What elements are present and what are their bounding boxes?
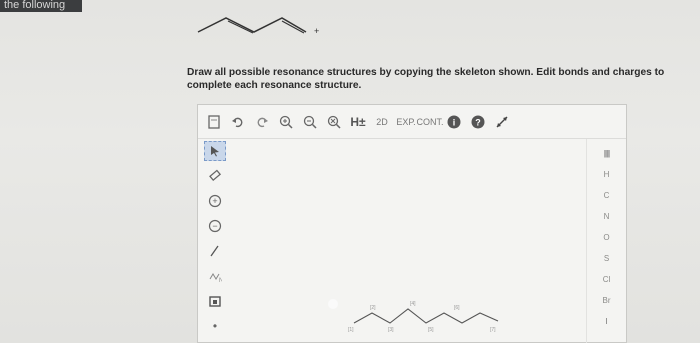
canvas-cursor-spot [328,299,338,309]
eraser-icon[interactable] [204,166,226,186]
atom-label: [2] [370,305,376,311]
element-o[interactable]: O [603,231,609,245]
info-icon[interactable]: i [444,112,464,132]
clear-icon[interactable] [324,112,344,132]
editor-toolbar: H± 2D EXP. CONT. i ? [198,105,626,139]
template-icon[interactable] [204,291,226,311]
hydrogen-toggle[interactable]: H± [348,112,368,132]
atom-label: [5] [428,327,434,333]
page: the following + Draw all possible resona… [0,0,700,343]
contract-button[interactable]: CONT. [417,112,444,132]
undo-icon[interactable] [228,112,248,132]
redo-icon[interactable] [252,112,272,132]
structure-editor: H± 2D EXP. CONT. i ? + − N • [1] [2] [3]… [197,104,627,343]
element-n[interactable]: N [604,210,610,224]
element-c[interactable]: C [604,189,610,203]
atom-label: [7] [490,327,496,333]
negative-charge-icon[interactable]: − [204,216,226,236]
help-icon[interactable]: ? [468,112,488,132]
positive-charge-icon[interactable]: + [204,191,226,211]
element-cl[interactable]: Cl [603,273,611,287]
skeleton-charge: + [314,26,319,36]
element-palette: ||||| H C N O S Cl Br I [586,139,626,343]
skeleton-structure: + [197,17,319,36]
lone-pair-tool[interactable]: • [204,316,226,336]
periodic-table-button[interactable]: ||||| [604,147,610,161]
select-tool-icon[interactable] [204,141,226,161]
element-br[interactable]: Br [603,294,611,308]
positive-charge-glyph: + [212,196,217,206]
zoom-out-icon[interactable] [300,112,320,132]
help-letter: ? [475,117,481,127]
element-h[interactable]: H [604,168,610,182]
info-letter: i [453,117,456,127]
canvas-skeleton [353,308,499,324]
atom-label: [1] [348,327,354,333]
chain-tool[interactable]: N [204,266,226,286]
negative-charge-glyph: − [212,221,217,231]
atom-label: [6] [454,305,460,311]
atom-label: [4] [410,301,416,307]
left-toolbar: + − N • [200,139,230,343]
header-fragment: the following [0,0,82,12]
bond-tool-icon[interactable] [204,241,226,261]
expand-button[interactable]: EXP. [396,112,416,132]
element-s[interactable]: S [604,252,609,266]
fullscreen-icon[interactable] [492,112,512,132]
2d-button[interactable]: 2D [372,112,392,132]
drawing-canvas[interactable]: [1] [2] [3] [4] [5] [6] [7] [232,139,582,343]
atom-label: [3] [388,327,394,333]
chain-letter: N [219,278,222,283]
zoom-in-icon[interactable] [276,112,296,132]
question-text: Draw all possible resonance structures b… [187,67,665,91]
new-document-icon[interactable] [204,112,224,132]
element-i[interactable]: I [605,315,607,329]
